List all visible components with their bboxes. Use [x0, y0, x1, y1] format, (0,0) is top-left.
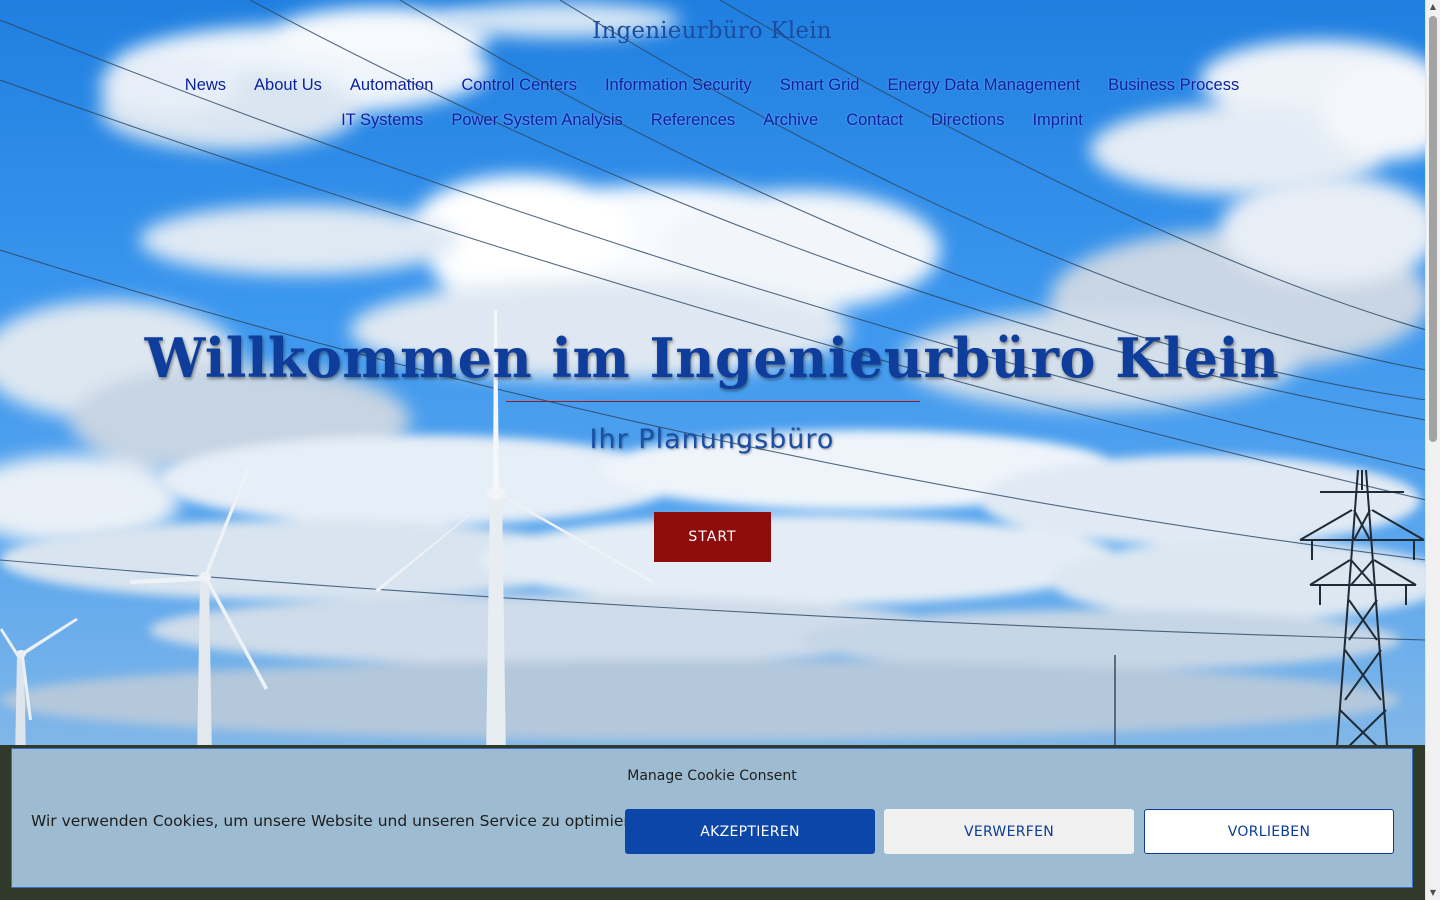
- accept-cookies-button[interactable]: AKZEPTIEREN: [625, 809, 875, 854]
- vertical-scrollbar[interactable]: ▲ ▼: [1425, 0, 1440, 900]
- site-title[interactable]: Ingenieurbüro Klein: [0, 18, 1424, 44]
- nav-smart-grid[interactable]: Smart Grid: [780, 76, 860, 95]
- nav-row-2: IT Systems Power System Analysis Referen…: [0, 103, 1424, 138]
- cookie-banner-message: Wir verwenden Cookies, um unsere Website…: [31, 812, 654, 830]
- deny-cookies-button[interactable]: VERWERFEN: [884, 809, 1134, 854]
- start-button[interactable]: START: [654, 512, 771, 562]
- nav-references[interactable]: References: [651, 111, 735, 130]
- nav-control-centers[interactable]: Control Centers: [461, 76, 577, 95]
- cookie-banner-title: Manage Cookie Consent: [627, 768, 797, 784]
- nav-information-security[interactable]: Information Security: [605, 76, 752, 95]
- nav-row-1: News About Us Automation Control Centers…: [0, 68, 1424, 103]
- hero-title: Willkommen im Ingenieurbüro Klein: [144, 326, 1280, 390]
- nav-contact[interactable]: Contact: [846, 111, 903, 130]
- nav-archive[interactable]: Archive: [763, 111, 818, 130]
- nav-about-us[interactable]: About Us: [254, 76, 322, 95]
- nav-it-systems[interactable]: IT Systems: [341, 111, 423, 130]
- cookie-consent-banner: Manage Cookie Consent Wir verwenden Cook…: [11, 748, 1413, 888]
- nav-directions[interactable]: Directions: [931, 111, 1004, 130]
- hero-subtitle: Ihr Planungsbüro: [589, 424, 835, 455]
- cookie-preferences-button[interactable]: VORLIEBEN: [1144, 809, 1394, 854]
- nav-business-process[interactable]: Business Process: [1108, 76, 1239, 95]
- nav-energy-data-management[interactable]: Energy Data Management: [887, 76, 1080, 95]
- nav-imprint[interactable]: Imprint: [1032, 111, 1082, 130]
- main-navigation: News About Us Automation Control Centers…: [0, 68, 1424, 138]
- nav-news[interactable]: News: [185, 76, 226, 95]
- scroll-down-arrow-icon[interactable]: ▼: [1426, 886, 1440, 900]
- nav-automation[interactable]: Automation: [350, 76, 433, 95]
- cloud-lower-field: [0, 430, 1426, 740]
- nav-power-system-analysis[interactable]: Power System Analysis: [451, 111, 622, 130]
- page: Ingenieurbüro Klein News About Us Automa…: [0, 0, 1440, 900]
- hero-divider: [506, 401, 920, 402]
- scroll-up-arrow-icon[interactable]: ▲: [1426, 0, 1440, 14]
- scrollbar-thumb[interactable]: [1429, 16, 1437, 442]
